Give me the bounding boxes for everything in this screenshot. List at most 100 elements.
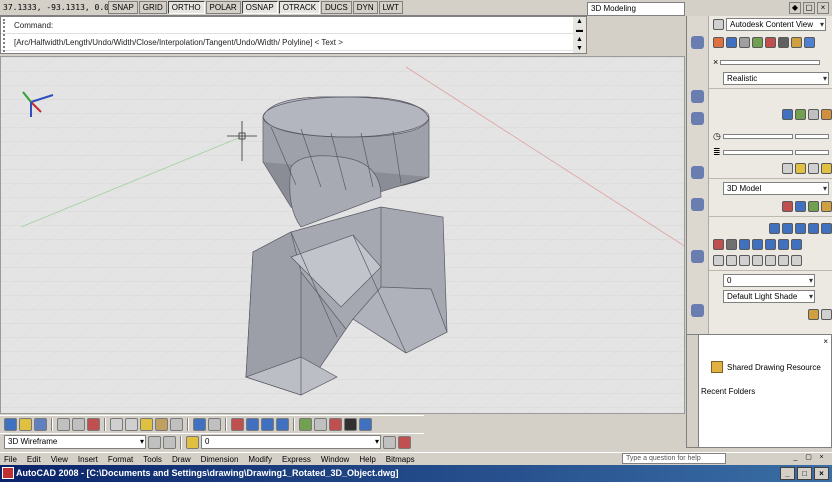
command-prompt-line[interactable]: [Arc/Halfwidth/Length/Undo/Width/Close/I… [1, 34, 586, 51]
menu-item-window[interactable]: Window [321, 455, 349, 464]
tool-icon[interactable] [726, 36, 737, 48]
grid-toggle[interactable]: GRID [138, 1, 167, 14]
camera-icon[interactable] [713, 238, 724, 250]
shade-icon[interactable] [795, 108, 806, 120]
shade-icon[interactable] [821, 108, 832, 120]
close-small-icon[interactable]: × [713, 57, 718, 67]
ortho-toggle[interactable]: ORTHO [167, 1, 205, 14]
nav-icon[interactable] [769, 222, 780, 234]
fade-slider[interactable] [720, 59, 821, 65]
visual-style-icon[interactable] [691, 36, 704, 49]
minimize-icon[interactable]: _ [790, 453, 801, 463]
command-line[interactable]: Command: [Arc/Halfwidth/Length/Undo/Widt… [0, 16, 587, 54]
contrast-value[interactable] [794, 149, 829, 155]
restore-icon[interactable]: ▢ [803, 2, 815, 14]
brightness-value[interactable] [794, 133, 829, 139]
menu-item-tools[interactable]: Tools [143, 455, 162, 464]
content-view-selector[interactable]: Autodesk Content View [726, 17, 826, 31]
menu-item-modify[interactable]: Modify [248, 455, 272, 464]
matchprop-icon[interactable] [155, 417, 168, 431]
markup-icon[interactable] [359, 417, 372, 431]
nav-icon[interactable] [782, 222, 793, 234]
view-cube-icon[interactable] [778, 254, 789, 266]
tool-icon[interactable] [765, 36, 776, 48]
view-cube-icon[interactable] [752, 254, 763, 266]
designcenter-icon[interactable] [314, 417, 327, 431]
camera-icon[interactable] [791, 238, 802, 250]
menu-item-insert[interactable]: Insert [78, 455, 98, 464]
block-icon[interactable] [170, 417, 183, 431]
save-icon[interactable] [34, 417, 47, 431]
tool-icon[interactable] [791, 36, 802, 48]
otrack-toggle[interactable]: OTRACK [278, 1, 321, 14]
palette-handle[interactable] [687, 335, 699, 447]
preview-icon[interactable] [72, 417, 85, 431]
materials-icon[interactable] [691, 166, 704, 179]
ducs-toggle[interactable]: DUCS [321, 1, 352, 14]
properties-icon[interactable] [299, 417, 312, 431]
camera-icon[interactable] [765, 238, 776, 250]
tool-icon[interactable] [752, 36, 763, 48]
tool-icon[interactable] [804, 36, 815, 48]
visual-style-combo[interactable]: Realistic [723, 71, 829, 85]
shade-icon[interactable] [808, 108, 819, 120]
layer-tool-icon[interactable] [808, 308, 819, 320]
layer-combo[interactable]: 0 [723, 273, 815, 287]
layer-dropdown[interactable]: 0 [201, 435, 381, 449]
autocad-icon[interactable] [2, 467, 14, 479]
globe-icon[interactable] [691, 112, 704, 125]
material-icon[interactable] [808, 200, 819, 212]
contrast-slider[interactable] [722, 149, 793, 155]
open-icon[interactable] [19, 417, 32, 431]
copy-icon[interactable] [125, 417, 138, 431]
command-line-grip[interactable] [3, 19, 9, 52]
sun-toggle-icon[interactable] [821, 162, 832, 174]
pan-icon[interactable] [231, 417, 244, 431]
layer-current-icon[interactable] [383, 435, 396, 449]
menu-item-help[interactable]: Help [359, 455, 375, 464]
material-icon[interactable] [821, 200, 832, 212]
view-cube-icon[interactable] [765, 254, 776, 266]
light-icon[interactable] [691, 90, 704, 103]
toolpalettes-icon[interactable] [329, 417, 342, 431]
menu-item-edit[interactable]: Edit [27, 455, 41, 464]
menu-item-file[interactable]: File [4, 455, 17, 464]
visual-style-dropdown[interactable]: 3D Wireframe [4, 435, 146, 449]
navigate-icon[interactable] [691, 250, 704, 263]
snap-toggle[interactable]: SNAP [108, 1, 138, 14]
help-search-input[interactable]: Type a question for help [622, 453, 726, 464]
layer-prev-icon[interactable] [163, 435, 176, 449]
paste-icon[interactable] [140, 417, 153, 431]
camera-icon[interactable] [752, 238, 763, 250]
undo-icon[interactable] [193, 417, 206, 431]
sun-icon[interactable] [691, 304, 704, 317]
light-shade-combo[interactable]: Default Light Shade [723, 289, 815, 303]
print-icon[interactable] [57, 417, 70, 431]
shade-icon[interactable] [782, 108, 793, 120]
lock-icon[interactable]: ◆ [789, 2, 801, 14]
brightness-slider[interactable] [722, 133, 793, 139]
zoom-previous-icon[interactable] [276, 417, 289, 431]
cut-icon[interactable] [110, 417, 123, 431]
view-cube-icon[interactable] [739, 254, 750, 266]
view-cube-icon[interactable] [726, 254, 737, 266]
layer-state-icon[interactable] [398, 435, 411, 449]
palette-item[interactable]: Shared Drawing Resource [711, 361, 821, 373]
restore-icon[interactable]: ▢ [803, 453, 814, 463]
close-icon[interactable]: × [823, 337, 828, 346]
minimize-icon[interactable]: _ [780, 467, 795, 480]
camera-icon[interactable] [778, 238, 789, 250]
menu-item-dimension[interactable]: Dimension [201, 455, 239, 464]
view-cube-icon[interactable] [791, 254, 802, 266]
menu-item-express[interactable]: Express [282, 455, 311, 464]
sun-toggle-icon[interactable] [795, 162, 806, 174]
redo-icon[interactable] [208, 417, 221, 431]
sheetset-icon[interactable] [344, 417, 357, 431]
view-icon[interactable] [713, 18, 724, 30]
scroll-up-icon[interactable]: ▲ [573, 35, 586, 44]
workspace-icon[interactable] [148, 435, 161, 449]
scroll-mid-icon[interactable]: ▬ [573, 26, 586, 35]
render-icon[interactable] [691, 198, 704, 211]
menu-item-format[interactable]: Format [108, 455, 133, 464]
maximize-icon[interactable]: □ [797, 467, 812, 480]
